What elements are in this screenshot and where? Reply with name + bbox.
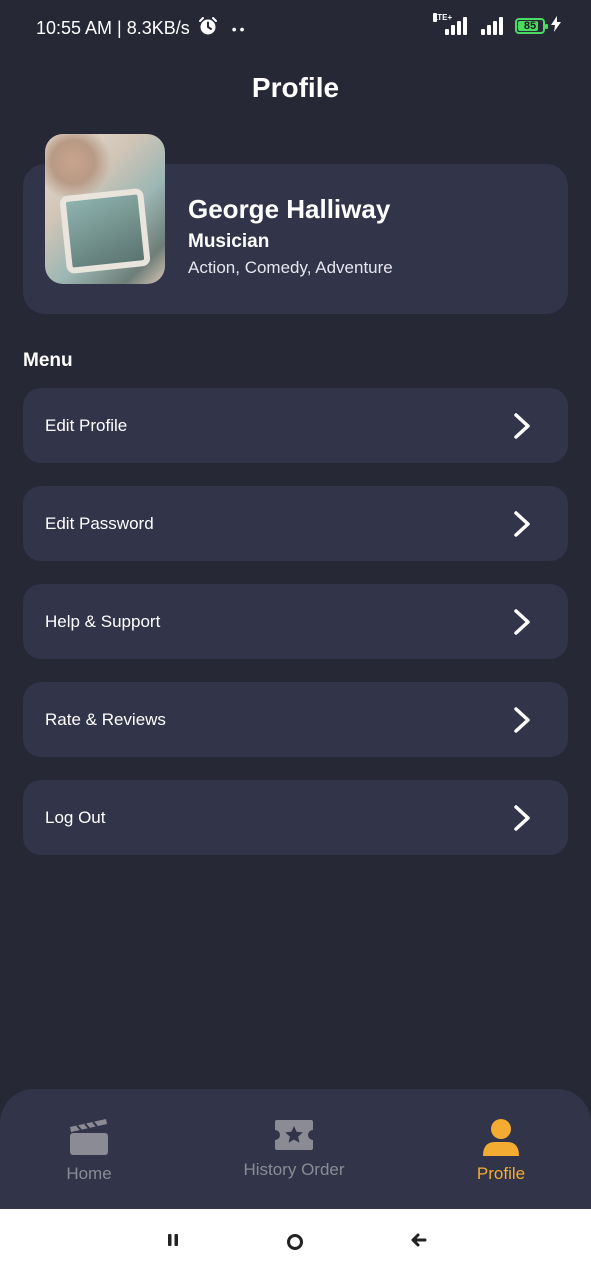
recents-icon[interactable] (166, 1233, 180, 1247)
chevron-right-icon (514, 609, 530, 635)
nav-label-profile: Profile (476, 1164, 526, 1183)
chevron-right-icon (514, 805, 530, 831)
battery-icon: 85 (515, 17, 548, 34)
avatar[interactable] (45, 134, 165, 284)
person-icon (483, 1119, 519, 1156)
chevron-right-icon (514, 511, 530, 537)
status-left: 10:55 AM | 8.3KB/s •• (36, 16, 248, 41)
menu-item-edit-profile[interactable]: Edit Profile (23, 388, 568, 463)
lte-signal-icon: LTE+ (433, 12, 467, 35)
status-time: 10:55 AM | 8.3KB/s (36, 18, 190, 38)
status-right: LTE+ 85 (433, 12, 561, 35)
signal-icon (481, 16, 503, 35)
nav-label-home: Home (66, 1164, 112, 1183)
page-title: Profile (251, 72, 340, 103)
ticket-star-icon (275, 1120, 313, 1150)
profile-name: George Halliway (188, 194, 391, 224)
alarm-clock-icon (198, 16, 218, 41)
menu-item-label: Help & Support (45, 612, 161, 631)
menu-item-edit-password[interactable]: Edit Password (23, 486, 568, 561)
menu-item-label: Log Out (45, 808, 106, 827)
menu-heading: Menu (23, 350, 73, 371)
menu-item-log-out[interactable]: Log Out (23, 780, 568, 855)
home-circle-icon[interactable] (286, 1233, 304, 1251)
menu-item-help-support[interactable]: Help & Support (23, 584, 568, 659)
menu-item-rate-reviews[interactable]: Rate & Reviews (23, 682, 568, 757)
profile-role: Musician (188, 231, 270, 252)
notification-dots: •• (231, 20, 248, 37)
chevron-right-icon (514, 707, 530, 733)
battery-level: 85 (523, 19, 537, 32)
system-nav-bar (0, 1209, 591, 1280)
nav-label-history-order: History Order (243, 1160, 345, 1179)
back-icon[interactable] (410, 1233, 428, 1247)
clapperboard-icon (70, 1119, 108, 1155)
menu-item-label: Rate & Reviews (45, 710, 166, 729)
status-bar: 10:55 AM | 8.3KB/s •• LTE+ 85 (0, 0, 591, 56)
nav-item-history-order[interactable]: History Order (214, 1118, 374, 1180)
menu-item-label: Edit Password (45, 514, 154, 533)
profile-genres: Action, Comedy, Adventure (188, 258, 393, 277)
avatar-photo-detail (45, 134, 115, 196)
network-type: LTE+ (433, 12, 453, 22)
menu-item-label: Edit Profile (45, 416, 128, 435)
chevron-right-icon (514, 413, 530, 439)
nav-item-profile[interactable]: Profile (421, 1118, 581, 1184)
nav-item-home[interactable]: Home (9, 1118, 169, 1184)
avatar-photo-frame (59, 187, 151, 275)
charging-icon (551, 16, 561, 35)
